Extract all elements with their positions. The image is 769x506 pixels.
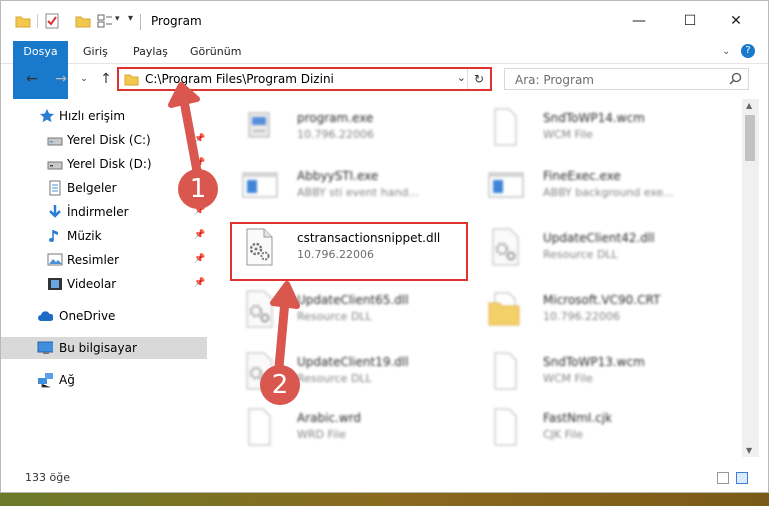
callout-step-1: 1: [178, 169, 218, 209]
annotation-arrows: [168, 82, 300, 372]
callout-step-2: 2: [260, 365, 300, 405]
explorer-window: ▾ ▾ Program — ☐ ✕ Dosya Giriş Paylaş Gör…: [0, 0, 769, 493]
